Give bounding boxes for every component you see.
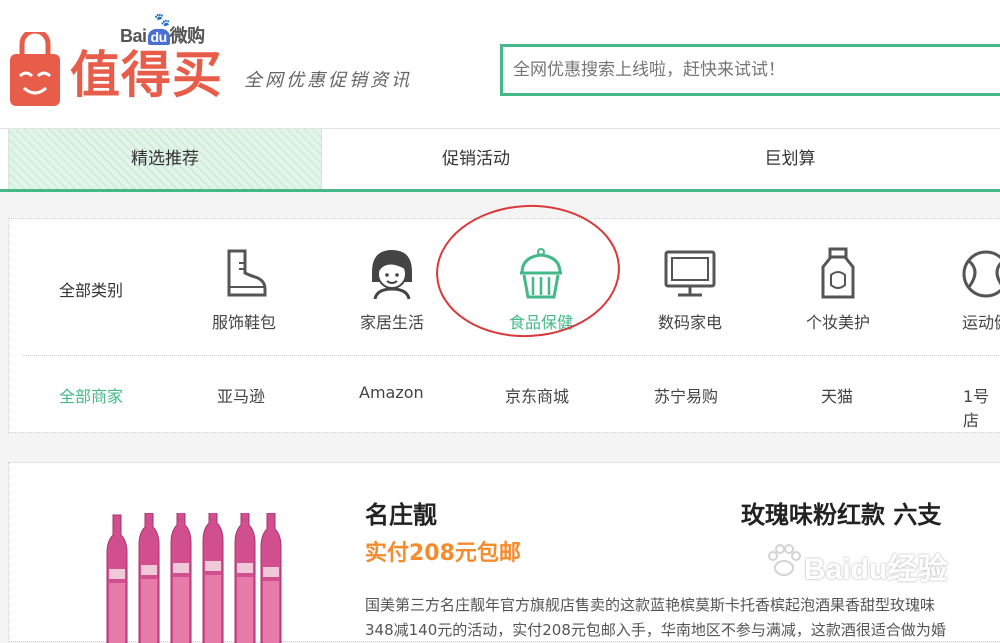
person-face-icon — [372, 250, 412, 299]
category-digital-appliances[interactable]: 数码家电 — [635, 247, 745, 333]
merchant-all[interactable]: 全部商家 — [59, 383, 123, 407]
monitor-icon — [664, 250, 716, 297]
merchant-yhd[interactable]: 1号店 — [963, 383, 1000, 431]
tennis-ball-icon — [962, 250, 1000, 298]
merchant-jd[interactable]: 京东商城 — [505, 383, 569, 407]
category-food-health[interactable]: 食品保健 — [486, 247, 596, 333]
product-price: 实付208元包邮 — [365, 541, 521, 566]
all-categories-label[interactable]: 全部类别 — [59, 277, 123, 301]
category-label: 服饰鞋包 — [211, 313, 276, 332]
merchant-tmall[interactable]: 天猫 — [821, 383, 853, 407]
product-description-line2: 348减140元的活动，实付208元包邮入手，华南地区不参与满减，这款酒很适合做… — [365, 621, 946, 639]
merchant-amazon[interactable]: Amazon — [359, 383, 424, 402]
category-beauty-care[interactable]: 个妆美护 — [783, 247, 893, 333]
site-logo-text[interactable]: 值得买 — [70, 44, 223, 106]
product-title-continued[interactable]: 玫瑰味粉红款 六支 — [741, 495, 941, 530]
tab-great-deals[interactable]: 巨划算 — [632, 129, 948, 189]
category-label: 个妆美护 — [805, 313, 870, 332]
category-sports[interactable]: 运动健 — [931, 247, 1000, 333]
tab-featured[interactable]: 精选推荐 — [8, 129, 322, 189]
tab-label: 促销活动 — [442, 149, 510, 169]
boot-icon — [227, 249, 267, 297]
product-card[interactable]: 名庄靓 玫瑰味粉红款 六支 实付208元包邮 国美第三方名庄靓年官方旗舰店售卖的… — [8, 462, 1000, 643]
product-title[interactable]: 名庄靓 — [365, 495, 437, 530]
cupcake-icon — [520, 248, 562, 299]
category-label: 数码家电 — [657, 313, 722, 332]
site-slogan: 全网优惠促销资讯 — [244, 70, 412, 91]
search-input[interactable] — [500, 44, 1000, 96]
category-home-living[interactable]: 家居生活 — [337, 247, 447, 333]
wine-bottles-image — [106, 513, 282, 643]
category-filter-panel: 全部类别 服饰鞋包 家居生活 食品保健 数码家电 个妆美护 运动 全部商家 亚马… — [8, 218, 1000, 433]
bottle-icon — [821, 247, 855, 299]
panel-divider — [23, 355, 1000, 356]
merchant-suning[interactable]: 苏宁易购 — [654, 383, 718, 407]
category-label: 运动健 — [961, 313, 1000, 332]
baidu-suffix: 微购 — [169, 26, 206, 46]
baidu-text: Bai — [120, 26, 147, 46]
tab-label: 精选推荐 — [131, 149, 199, 169]
category-label: 家居生活 — [359, 313, 424, 332]
product-description: 国美第三方名庄靓年官方旗舰店售卖的这款蓝艳槟莫斯卡托香槟起泡酒果香甜型玫瑰味 — [365, 596, 936, 614]
main-nav: 精选推荐 促销活动 巨划算 — [0, 128, 1000, 192]
merchant-amazon-cn[interactable]: 亚马逊 — [217, 383, 265, 407]
category-apparel[interactable]: 服饰鞋包 — [189, 247, 299, 333]
paw-icon: 🐾 — [154, 12, 170, 27]
baidu-du: du — [147, 29, 170, 45]
category-label: 食品保健 — [508, 313, 573, 332]
shopping-bag-logo-icon — [10, 32, 60, 106]
tab-promotions[interactable]: 促销活动 — [320, 129, 632, 189]
header: 🐾 Bai du 微购 值得买 全网优惠促销资讯 — [0, 0, 1000, 128]
tab-label: 巨划算 — [764, 149, 816, 169]
